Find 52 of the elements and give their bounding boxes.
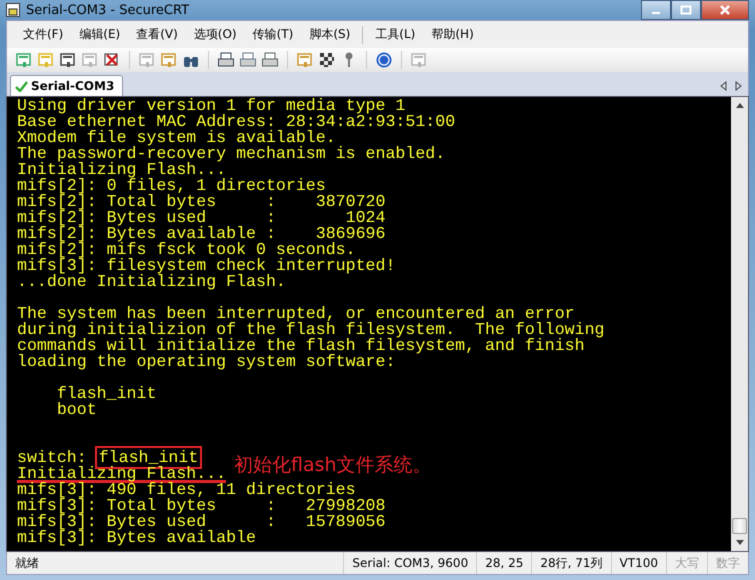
terminal-line: The system has been interrupted, or encountered an error — [17, 306, 575, 322]
printer-icon[interactable] — [261, 51, 279, 69]
terminal-line: Base ethernet MAC Address: 28:34:a2:93:51:00 — [17, 114, 456, 130]
menu-item[interactable]: 帮助(H) — [423, 24, 482, 45]
terminal-line: during initializion of the flash filesystem. The following — [17, 322, 606, 338]
session-tab[interactable]: Serial-COM3 — [10, 75, 124, 96]
menu-item[interactable]: 文件(F) — [15, 24, 72, 45]
checkered-icon[interactable] — [318, 51, 336, 69]
printer-icon[interactable] — [239, 51, 257, 69]
terminal-line: mifs[2]: Bytes used : 1024 — [17, 210, 386, 226]
maximize-button[interactable] — [671, 0, 701, 20]
menu-item[interactable]: 脚本(S) — [301, 24, 358, 45]
annotation-text: 初始化flash文件系统。 — [234, 453, 432, 477]
terminal-line: mifs[2]: mifs fsck took 0 seconds. — [17, 242, 356, 258]
terminal-line: commands will initialize the flash filesystem, and finish — [17, 338, 585, 354]
window-title: Serial-COM3 - SecureCRT — [26, 2, 190, 18]
terminal-line: mifs[3]: Total bytes : 27998208 — [17, 498, 386, 514]
terminal-line: loading the operating system software: — [17, 354, 396, 370]
app-icon — [6, 3, 20, 17]
terminal-line: Using driver version 1 for media type 1 — [17, 98, 406, 114]
terminal-line: mifs[3]: Bytes used : 15789056 — [17, 514, 386, 530]
scroll-up-icon[interactable] — [736, 103, 744, 108]
maximize-icon — [680, 5, 692, 15]
terminal-line: mifs[3]: Bytes available — [17, 530, 257, 546]
terminal-line: ...done Initializing Flash. — [17, 274, 286, 290]
tab-left-icon[interactable] — [720, 81, 727, 91]
menu-item[interactable]: 工具(L) — [367, 24, 424, 45]
menu-item[interactable]: 选项(O) — [186, 24, 245, 45]
menu-item[interactable]: 传输(T) — [244, 24, 302, 45]
terminal-line: mifs[3]: filesystem check interrupted! — [17, 258, 396, 274]
scrollbar[interactable] — [731, 97, 748, 551]
terminal-line: Xmodem file system is available. — [17, 130, 336, 146]
terminal-prompt: switch: — [17, 448, 87, 467]
scroll-down-icon[interactable] — [736, 540, 744, 545]
terminal-line: Initializing Flash... — [17, 162, 226, 178]
help-icon[interactable] — [375, 51, 393, 69]
terminal-line: boot — [56, 402, 98, 418]
tab-right-icon[interactable] — [735, 81, 742, 91]
scroll-thumb[interactable] — [732, 518, 747, 534]
printer-icon[interactable] — [217, 51, 235, 69]
minimize-button[interactable] — [641, 0, 671, 20]
close-icon — [719, 5, 731, 15]
close-button[interactable] — [701, 0, 749, 20]
terminal-line: mifs[2]: Bytes available : 3869696 — [17, 226, 386, 242]
menu-item[interactable]: 编辑(E) — [71, 24, 128, 45]
terminal-line: flash_init — [56, 386, 158, 402]
terminal-line: mifs[3]: 490 files, 11 directories — [17, 482, 356, 498]
terminal-line: The password-recovery mechanism is enabled. — [17, 146, 446, 162]
minimize-icon — [652, 12, 660, 14]
menu-item[interactable]: 查看(V) — [128, 24, 186, 45]
terminal-line: mifs[2]: Total bytes : 3870720 — [17, 194, 386, 210]
terminal-line: mifs[2]: 0 files, 1 directories — [17, 178, 326, 194]
